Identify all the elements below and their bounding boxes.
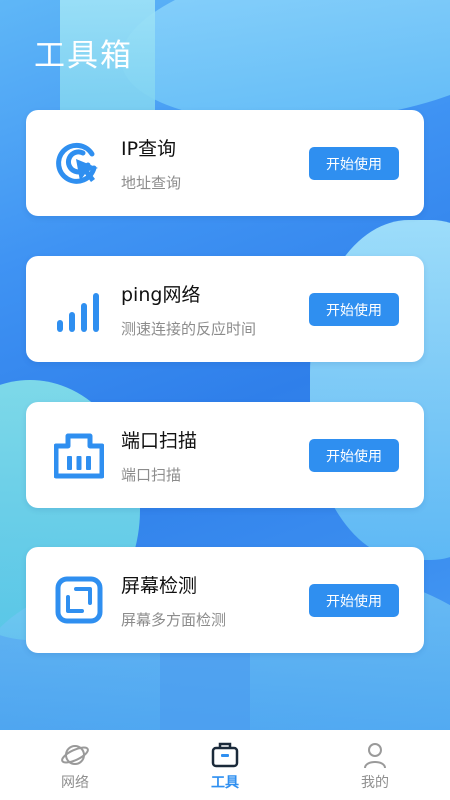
tab-label: 工具 — [211, 775, 239, 791]
port-icon — [53, 430, 105, 480]
tool-title: 端口扫描 — [121, 430, 198, 452]
tool-description: 测速连接的反应时间 — [121, 320, 257, 338]
tool-description: 地址查询 — [121, 174, 182, 192]
tab-network[interactable]: 网络 — [0, 730, 150, 800]
tool-card-port-scan[interactable]: 端口扫描 端口扫描 开始使用 — [26, 402, 424, 508]
background-shape — [160, 640, 250, 730]
planet-icon — [60, 740, 90, 770]
start-button[interactable]: 开始使用 — [309, 147, 399, 180]
tab-label: 网络 — [61, 775, 89, 791]
tab-mine[interactable]: 我的 — [300, 730, 450, 800]
toolbox-icon — [210, 740, 240, 770]
tool-title: IP查询 — [121, 138, 177, 160]
tool-card-ping[interactable]: ping网络 测速连接的反应时间 开始使用 — [26, 256, 424, 362]
target-cursor-icon — [54, 138, 104, 188]
tool-description: 屏幕多方面检测 — [121, 611, 227, 629]
person-icon — [360, 740, 390, 770]
start-button[interactable]: 开始使用 — [309, 584, 399, 617]
tab-tools[interactable]: 工具 — [150, 730, 300, 800]
start-button[interactable]: 开始使用 — [309, 439, 399, 472]
tool-description: 端口扫描 — [121, 466, 182, 484]
screen-frame-icon — [54, 575, 104, 625]
start-button[interactable]: 开始使用 — [309, 293, 399, 326]
tool-card-ip-lookup[interactable]: IP查询 地址查询 开始使用 — [26, 110, 424, 216]
page-title: 工具箱 — [34, 38, 133, 74]
tool-title: 屏幕检测 — [121, 575, 198, 597]
tool-title: ping网络 — [121, 284, 201, 306]
signal-bars-icon — [54, 284, 104, 334]
tool-card-screen-check[interactable]: 屏幕检测 屏幕多方面检测 开始使用 — [26, 547, 424, 653]
bottom-tab-bar: 网络 工具 我的 — [0, 730, 450, 800]
tab-label: 我的 — [361, 775, 389, 791]
